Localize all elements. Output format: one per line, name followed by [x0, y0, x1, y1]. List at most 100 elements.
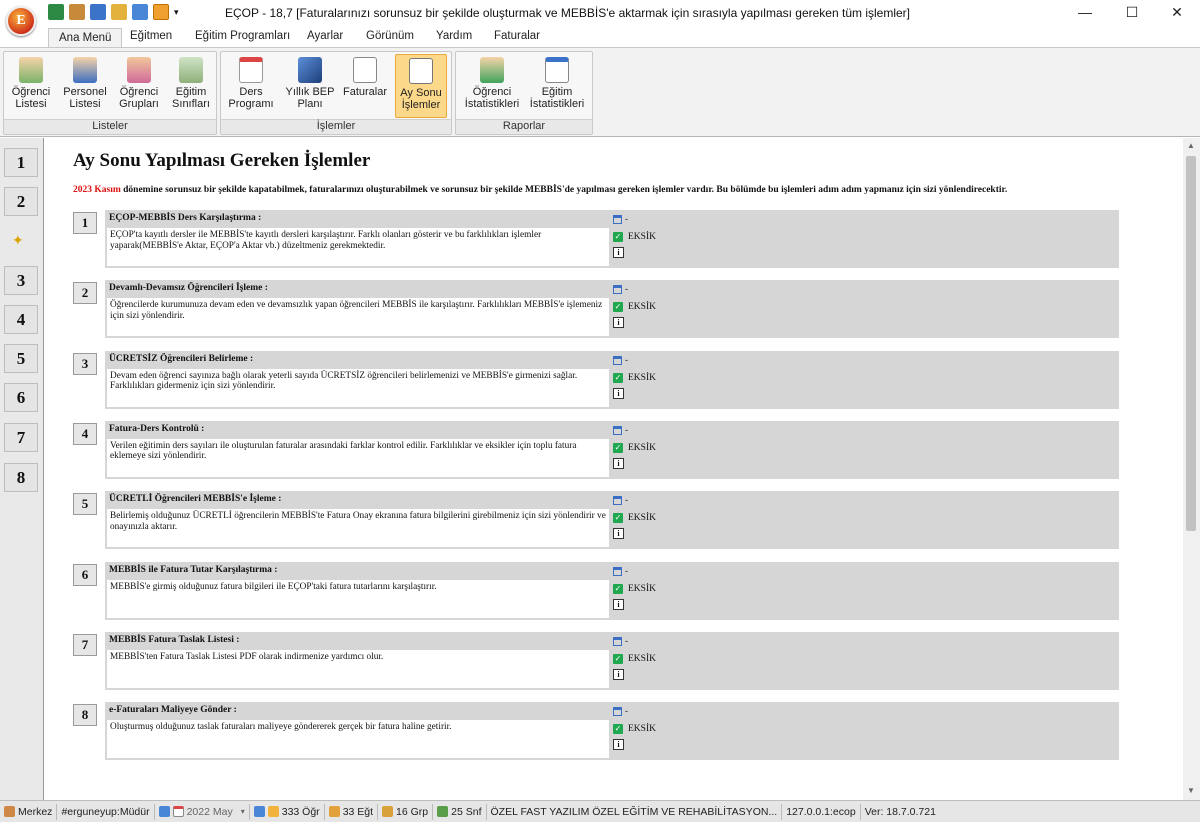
step-title: MEBBİS Fatura Taslak Listesi :: [109, 634, 240, 645]
scroll-thumb[interactable]: [1186, 156, 1196, 531]
status-version: Ver: 18.7.0.721: [861, 804, 940, 820]
checklist-edit-icon: [409, 58, 433, 84]
checkbox-icon[interactable]: ✓: [613, 653, 623, 664]
chevron-down-icon[interactable]: ▾: [241, 804, 245, 820]
info-icon[interactable]: i: [613, 457, 624, 469]
calendar-icon: [172, 806, 184, 817]
nav-step-6[interactable]: 6: [4, 383, 38, 412]
trainer-icon: [328, 806, 340, 817]
nav-step-1[interactable]: 1: [4, 148, 38, 177]
tab-egitmen[interactable]: Eğitmen: [130, 30, 172, 42]
info-icon[interactable]: i: [613, 247, 624, 258]
step-number-button[interactable]: 1: [73, 212, 97, 234]
step-date: -: [613, 355, 628, 365]
status-period[interactable]: 2022 May ▾: [155, 803, 250, 820]
step-status: ✓ EKSİK: [613, 653, 656, 664]
status-text: 16 Grp: [396, 805, 429, 818]
minimize-button[interactable]: —: [1062, 0, 1108, 24]
step-number-button[interactable]: 5: [73, 493, 97, 516]
close-button[interactable]: ✕: [1154, 0, 1200, 24]
student-stats-icon: [480, 57, 504, 83]
nav-step-8[interactable]: 8: [4, 463, 38, 492]
info-icon[interactable]: i: [613, 317, 624, 329]
excel-icon[interactable]: [48, 4, 64, 20]
info-icon[interactable]: i: [613, 598, 624, 610]
nav-step-4[interactable]: 4: [4, 305, 38, 334]
tab-yardim[interactable]: Yardım: [436, 30, 472, 42]
step-number-button[interactable]: 6: [73, 563, 97, 586]
button-label: İşlemler: [401, 99, 441, 111]
calendar-icon: [613, 566, 622, 576]
ogrenci-istatistikleri-button[interactable]: Öğrenci İstatistikleri: [462, 54, 522, 118]
button-label: Eğitim: [541, 86, 573, 98]
step-number-button[interactable]: 4: [73, 422, 97, 445]
step-panel: MEBBİS Fatura Taslak Listesi : MEBBİS'ten…: [105, 631, 1119, 690]
checkbox-icon[interactable]: ✓: [613, 513, 623, 524]
ogrenci-listesi-button[interactable]: Öğrenci Listesi: [7, 54, 55, 118]
users-icon[interactable]: [69, 4, 85, 20]
egitim-siniflari-button[interactable]: Eğitim Sınıfları: [167, 54, 215, 118]
ogrenci-gruplari-button[interactable]: Öğrenci Grupları: [115, 54, 163, 118]
personel-listesi-button[interactable]: Personel Listesi: [61, 54, 109, 118]
exit-icon[interactable]: [153, 4, 169, 20]
step-status: ✓ EKSİK: [613, 583, 656, 594]
student-icon: [19, 57, 43, 83]
step-status: ✓ EKSİK: [613, 513, 656, 523]
tab-gorunum[interactable]: Görünüm: [366, 30, 414, 42]
checkbox-icon[interactable]: ✓: [613, 442, 623, 453]
tab-faturalar[interactable]: Faturalar: [494, 30, 540, 42]
ay-sonu-islemler-button[interactable]: Ay Sonu İşlemler: [395, 54, 447, 118]
info-icon[interactable]: i: [613, 387, 624, 399]
status-trainers[interactable]: 33 Eğt: [325, 803, 379, 820]
info-icon[interactable]: i: [613, 528, 624, 540]
window-icon[interactable]: [132, 4, 148, 20]
tab-egitim-programlari[interactable]: Eğitim Programları: [195, 30, 290, 42]
status-students[interactable]: 333 Öğr: [250, 803, 325, 820]
scroll-down-icon[interactable]: ▼: [1187, 786, 1195, 795]
scroll-up-icon[interactable]: ▲: [1187, 141, 1195, 150]
app-menu-orb[interactable]: E: [6, 6, 36, 36]
group-icon: [382, 806, 394, 817]
vertical-scrollbar[interactable]: ▲ ▼: [1183, 138, 1200, 800]
egitim-istatistikleri-button[interactable]: Eğitim İstatistikleri: [526, 54, 588, 118]
grid-icon[interactable]: [90, 4, 106, 20]
step-number-button[interactable]: 3: [73, 352, 97, 375]
faturalar-button[interactable]: Faturalar: [341, 54, 389, 118]
button-label: Öğrenci: [119, 86, 159, 98]
key-icon[interactable]: [111, 4, 127, 20]
checkbox-icon[interactable]: ✓: [613, 232, 623, 242]
info-icon[interactable]: i: [613, 739, 624, 751]
nav-step-7[interactable]: 7: [4, 423, 38, 452]
step-date-value: -: [625, 635, 628, 646]
checkbox-icon[interactable]: ✓: [613, 583, 623, 594]
ribbon-group-islemler: Ders Programı Yıllık BEP Planı Faturalar…: [220, 51, 452, 135]
cube-icon: [298, 57, 322, 83]
status-location[interactable]: Merkez: [0, 803, 58, 820]
nav-step-3[interactable]: 3: [4, 266, 38, 295]
nav-step-2[interactable]: 2: [4, 187, 38, 216]
customize-qat-icon[interactable]: ▾: [174, 4, 182, 20]
step-date-value: -: [625, 424, 628, 435]
status-groups[interactable]: 16 Grp: [378, 803, 434, 820]
checkbox-icon[interactable]: ✓: [613, 724, 623, 735]
step-date: -: [613, 495, 628, 506]
step-number-button[interactable]: 2: [73, 282, 97, 305]
ribbon-group-listeler: Öğrenci Listesi Personel Listesi Öğrenci…: [3, 51, 217, 135]
step-number-button[interactable]: 7: [73, 633, 97, 656]
tab-ayarlar[interactable]: Ayarlar: [307, 30, 343, 42]
step-panel: ÜCRETSİZ Öğrencileri Belirleme : Devam ed…: [105, 350, 1119, 409]
status-classes[interactable]: 25 Snf: [433, 803, 487, 820]
location-icon: [4, 806, 15, 817]
info-icon[interactable]: i: [613, 668, 624, 680]
wand-icon[interactable]: ✦: [12, 232, 24, 249]
maximize-button[interactable]: ☐: [1109, 0, 1155, 24]
step-number-button[interactable]: 8: [73, 704, 97, 727]
nav-step-5[interactable]: 5: [4, 344, 38, 373]
checkbox-icon[interactable]: ✓: [613, 372, 623, 383]
status-user[interactable]: #erguneyup:Müdür: [57, 803, 155, 820]
tab-ana-menu[interactable]: Ana Menü: [48, 28, 123, 48]
checkbox-icon[interactable]: ✓: [613, 302, 623, 313]
ders-programi-button[interactable]: Ders Programı: [227, 54, 275, 118]
yillik-bep-plani-button[interactable]: Yıllık BEP Planı: [283, 54, 337, 118]
calendar-icon: [239, 57, 263, 83]
